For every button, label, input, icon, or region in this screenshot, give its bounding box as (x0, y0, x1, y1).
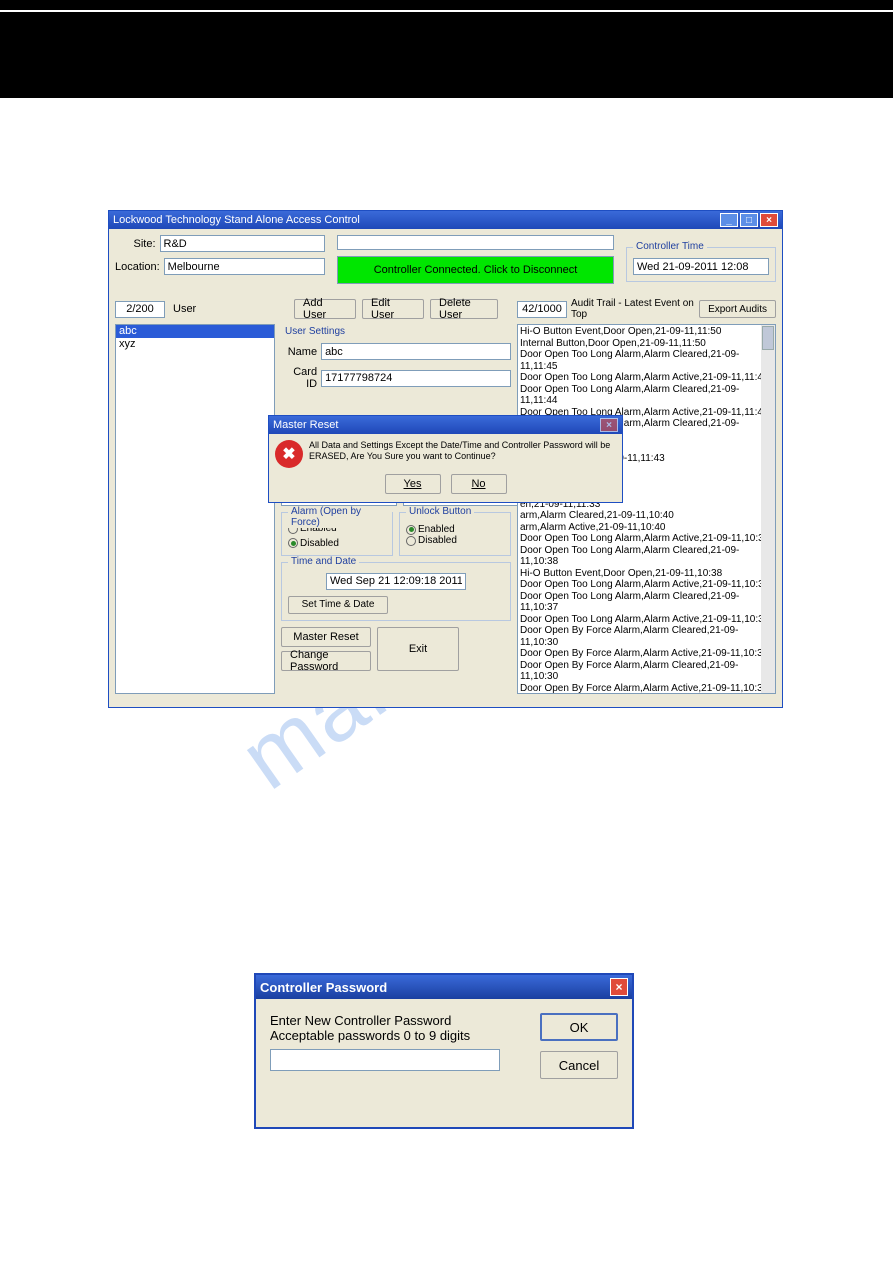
add-user-button[interactable]: Add User (294, 299, 356, 319)
set-time-date-button[interactable]: Set Time & Date (288, 596, 388, 614)
audit-entry[interactable]: arm,Alarm Cleared,21-09-11,10:40 (520, 510, 773, 522)
error-icon: ✖ (275, 440, 303, 468)
audit-entry[interactable]: Door Open By Force Alarm,Alarm Active,21… (520, 683, 773, 695)
titlebar: Lockwood Technology Stand Alone Access C… (109, 211, 782, 229)
location-label: Location: (115, 261, 164, 273)
time-date-value[interactable] (326, 573, 466, 590)
unlock-button-label: Unlock Button (406, 506, 474, 517)
close-button[interactable]: × (760, 213, 778, 227)
cancel-button[interactable]: Cancel (540, 1051, 618, 1079)
audit-entry[interactable]: Door Open By Force Alarm,Alarm Cleared,2… (520, 625, 773, 648)
reset-close-button[interactable]: × (600, 418, 618, 432)
location-input[interactable] (164, 258, 325, 275)
reset-message: All Data and Settings Except the Date/Ti… (309, 440, 616, 468)
audit-entry[interactable]: Door Open Too Long Alarm,Alarm Cleared,2… (520, 384, 773, 407)
yes-button[interactable]: Yes (385, 474, 441, 494)
audit-label: Audit Trail - Latest Event on Top (571, 298, 695, 320)
name-label: Name (281, 346, 321, 358)
no-button[interactable]: No (451, 474, 507, 494)
reset-title: Master Reset (273, 419, 598, 431)
ok-button[interactable]: OK (540, 1013, 618, 1041)
user-counter: 2/200 (115, 301, 165, 318)
unlock-disabled-radio[interactable]: Disabled (406, 535, 457, 546)
user-listbox[interactable]: abc xyz (115, 324, 275, 694)
audit-entry[interactable]: Door Open By Force Alarm,Alarm Active,21… (520, 648, 773, 660)
audit-counter: 42/1000 (517, 301, 567, 318)
controller-time-label: Controller Time (633, 241, 707, 252)
audit-entry[interactable]: Door Open Too Long Alarm,Alarm Cleared,2… (520, 349, 773, 372)
site-label: Site: (115, 238, 160, 250)
cpass-line1: Enter New Controller Password (270, 1013, 526, 1028)
audit-entry[interactable]: Door Open Too Long Alarm,Alarm Active,21… (520, 614, 773, 626)
window-title: Lockwood Technology Stand Alone Access C… (113, 214, 718, 226)
audit-entry[interactable]: Internal Button,Door Open,21-09-11,11:50 (520, 338, 773, 350)
change-password-button[interactable]: Change Password (281, 651, 371, 671)
audit-entry[interactable]: Door Open Too Long Alarm,Alarm Active,21… (520, 579, 773, 591)
audit-entry[interactable]: Door Open Too Long Alarm,Alarm Active,21… (520, 372, 773, 384)
minimize-button[interactable]: _ (720, 213, 738, 227)
audit-entry[interactable]: Hi-O Button Event,Door Open,21-09-11,10:… (520, 568, 773, 580)
name-input[interactable] (321, 343, 511, 360)
cpass-line2: Acceptable passwords 0 to 9 digits (270, 1028, 526, 1043)
scrollbar[interactable] (761, 325, 775, 693)
user-label: User (165, 303, 196, 315)
audit-entry[interactable]: arm,Alarm Active,21-09-11,10:40 (520, 522, 773, 534)
audit-entry[interactable]: Door Open Too Long Alarm,Alarm Cleared,2… (520, 545, 773, 568)
site-input[interactable] (160, 235, 325, 252)
cardid-label: Card ID (281, 366, 321, 390)
exit-button[interactable]: Exit (377, 627, 459, 671)
list-item[interactable]: abc (116, 325, 274, 338)
scrollbar-thumb[interactable] (762, 326, 774, 350)
time-date-label: Time and Date (288, 556, 359, 567)
controller-time-value[interactable] (633, 258, 769, 275)
audit-entry[interactable]: Door Open By Force Alarm,Alarm Cleared,2… (520, 660, 773, 683)
export-audits-button[interactable]: Export Audits (699, 300, 776, 318)
audit-entry[interactable]: Hi-O Button Event,Door Open,21-09-11,11:… (520, 326, 773, 338)
edit-user-button[interactable]: Edit User (362, 299, 424, 319)
alarm-force-label: Alarm (Open by Force) (288, 506, 392, 528)
unlock-enabled-radio[interactable]: Enabled (406, 524, 455, 535)
user-settings-label: User Settings (285, 326, 511, 337)
master-reset-dialog: Master Reset × ✖ All Data and Settings E… (268, 415, 623, 503)
maximize-button[interactable]: □ (740, 213, 758, 227)
audit-entry[interactable]: Door Open Too Long Alarm,Alarm Cleared,2… (520, 591, 773, 614)
cpass-input[interactable] (270, 1049, 500, 1071)
cpass-title: Controller Password (260, 980, 610, 995)
connect-button[interactable]: Controller Connected. Click to Disconnec… (337, 256, 614, 284)
delete-user-button[interactable]: Delete User (430, 299, 498, 319)
cardid-input[interactable] (321, 370, 511, 387)
audit-entry[interactable]: Door Open Too Long Alarm,Alarm Active,21… (520, 533, 773, 545)
cpass-close-button[interactable]: × (610, 978, 628, 996)
list-item[interactable]: xyz (116, 338, 274, 351)
status-input[interactable] (337, 235, 614, 250)
audit-listbox[interactable]: Hi-O Button Event,Door Open,21-09-11,11:… (517, 324, 776, 694)
master-reset-button[interactable]: Master Reset (281, 627, 371, 647)
controller-password-dialog: Controller Password × Enter New Controll… (254, 973, 634, 1129)
alarm-disabled-radio[interactable]: Disabled (288, 538, 339, 549)
